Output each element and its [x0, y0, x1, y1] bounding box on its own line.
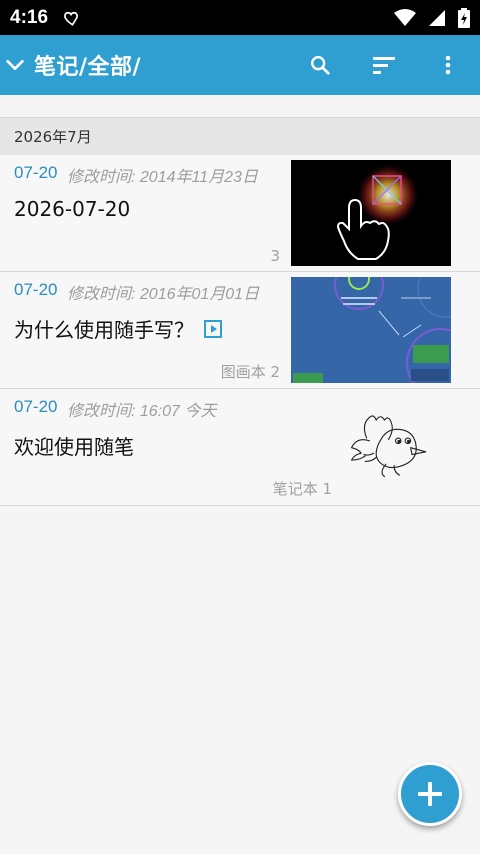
note-title-text: 欢迎使用随笔	[14, 435, 134, 459]
sort-icon	[373, 57, 395, 74]
play-icon	[204, 319, 222, 338]
search-button[interactable]	[288, 35, 352, 95]
note-modified-time: 修改时间: 16:07 今天	[67, 403, 217, 420]
note-count: 笔记本 1	[272, 480, 332, 498]
note-date: 07-20	[14, 397, 58, 416]
note-count: 3	[270, 247, 280, 265]
note-title-text: 为什么使用随手写？	[14, 318, 194, 342]
more-vert-icon	[445, 55, 451, 75]
list-item[interactable]: 07-20 修改时间: 2014年11月23日 2026-07-20 3	[0, 155, 480, 272]
note-title: 欢迎使用随笔	[14, 431, 134, 460]
list-top-spacer	[0, 95, 480, 118]
note-modified-time: 修改时间: 2014年11月23日	[67, 169, 258, 186]
signal-icon	[429, 9, 445, 26]
note-date: 07-20	[14, 280, 58, 299]
note-title: 2026-07-20	[14, 197, 130, 221]
app-bar: 笔记/全部/	[0, 35, 480, 95]
heart-icon	[64, 11, 78, 26]
section-header: 2026年7月	[0, 118, 480, 155]
add-icon	[418, 782, 442, 806]
app-title[interactable]: 笔记/全部/	[34, 49, 141, 81]
note-title: 为什么使用随手写？	[14, 314, 222, 343]
search-icon	[311, 56, 330, 75]
note-date: 07-20	[14, 163, 58, 182]
note-count: 图画本 2	[220, 363, 280, 381]
sort-button[interactable]	[352, 35, 416, 95]
add-note-button[interactable]	[398, 762, 462, 826]
note-title-text: 2026-07-20	[14, 197, 131, 221]
note-modified-time: 修改时间: 2016年01月01日	[67, 286, 260, 303]
status-time: 4:16	[10, 6, 49, 28]
status-bar: 4:16	[0, 0, 480, 35]
note-thumbnail	[291, 160, 451, 266]
note-thumbnail	[291, 277, 451, 383]
list-item[interactable]: 07-20 修改时间: 2016年01月01日 为什么使用随手写？ 图画本 2	[0, 272, 480, 389]
bird-illustration	[350, 415, 427, 478]
more-options-button[interactable]	[416, 35, 480, 95]
battery-icon	[458, 7, 470, 28]
list-item[interactable]: 07-20 修改时间: 16:07 今天 欢迎使用随笔 笔记本 1	[0, 389, 480, 506]
chevron-down-icon[interactable]	[4, 54, 26, 76]
wifi-icon	[394, 8, 416, 26]
